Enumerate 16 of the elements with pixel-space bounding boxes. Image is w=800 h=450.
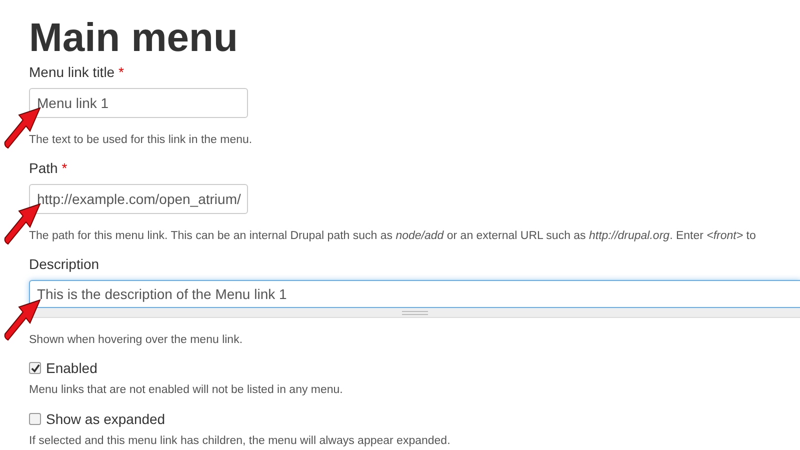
field-label: Path *: [29, 159, 68, 178]
help-text: The text to be used for this link in the menu.: [29, 133, 254, 148]
help-text: The path for this menu link. This can be an internal Drupal path such as node/add or an external URL such as http://drupal.org. Enter <front> to: [29, 229, 757, 244]
checkbox-label: Enabled: [46, 358, 98, 378]
field-label: Description: [29, 255, 100, 274]
checkbox[interactable]: [29, 362, 41, 374]
checkbox-label: Show as expanded: [46, 410, 166, 429]
help-text: If selected and this menu link has children, the menu will always appear expanded.: [29, 434, 452, 450]
help-text: Menu links that are not enabled will not be listed in any menu.: [29, 383, 344, 398]
field-label: Menu link title *: [29, 63, 125, 82]
checkbox[interactable]: [29, 413, 41, 426]
description-field[interactable]: This is the description of the Menu link 1: [29, 280, 800, 308]
input-field[interactable]: Menu link 1: [29, 88, 248, 118]
page-title: Main menu: [29, 15, 239, 62]
input-field[interactable]: http://example.com/open_atrium/: [29, 184, 248, 214]
help-text: Shown when hovering over the menu link.: [29, 333, 244, 348]
